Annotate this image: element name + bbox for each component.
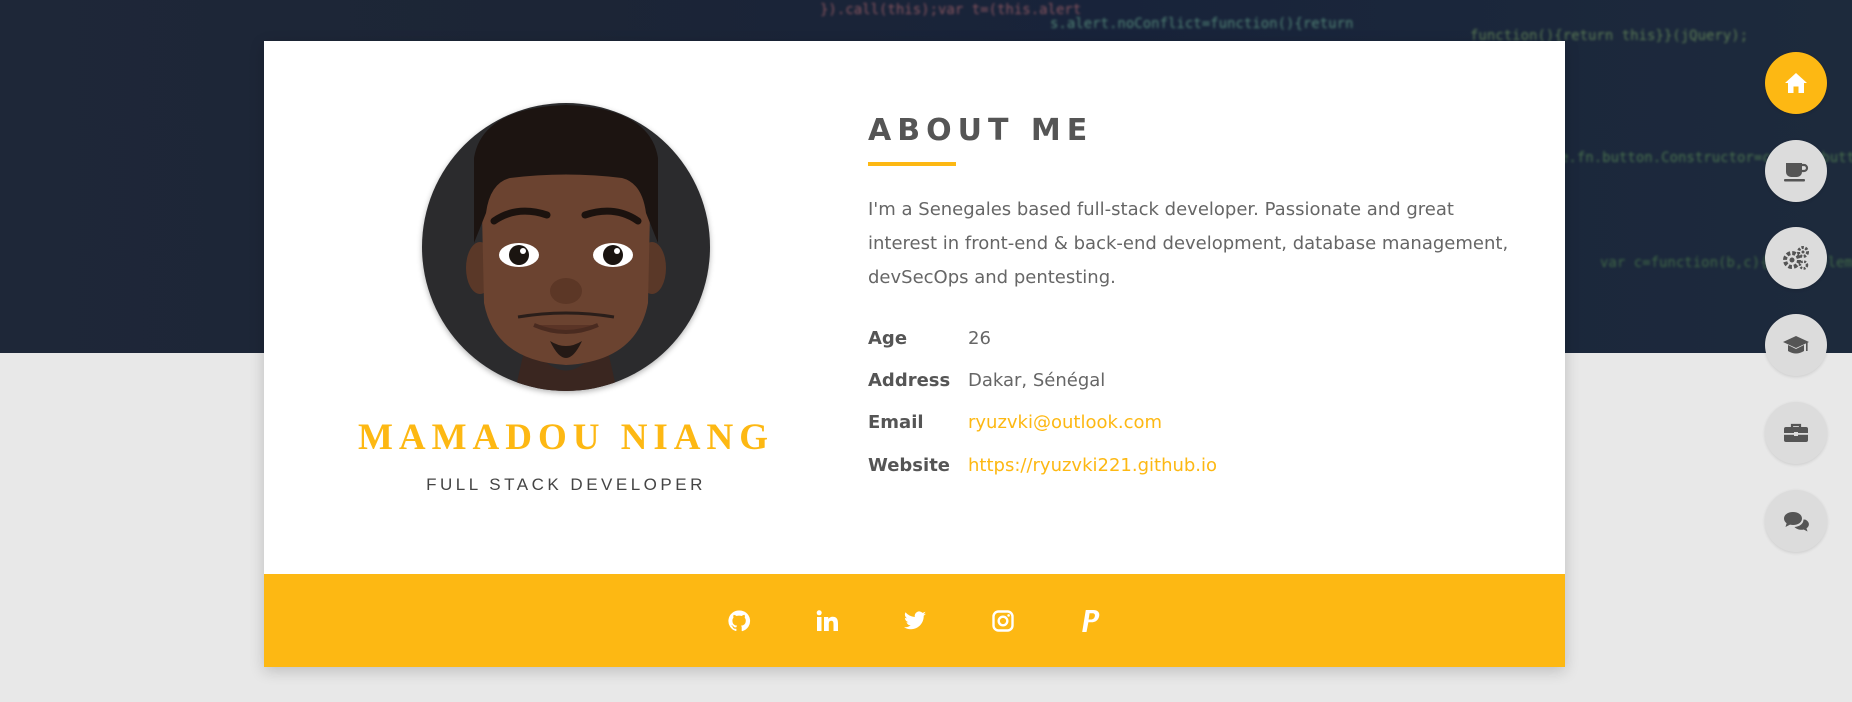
profile-card: MAMADOU NIANG FULL STACK DEVELOPER ABOUT…: [264, 41, 1565, 667]
home-icon: [1785, 73, 1807, 93]
email-link[interactable]: ryuzvki@outlook.com: [968, 412, 1162, 433]
about-title: ABOUT ME: [868, 113, 1094, 148]
nav-contact-button[interactable]: [1765, 490, 1827, 552]
github-icon: [728, 609, 751, 631]
instagram-link[interactable]: [983, 574, 1023, 667]
avatar: [422, 103, 710, 391]
profile-role: FULL STACK DEVELOPER: [426, 475, 706, 494]
nav-services-button[interactable]: [1765, 227, 1827, 289]
paypal-link[interactable]: [1071, 574, 1111, 667]
nav-home-button[interactable]: [1765, 52, 1827, 114]
comments-icon: [1784, 512, 1809, 532]
info-value: Dakar, Sénégal: [968, 370, 1106, 391]
info-label: Age: [868, 328, 908, 349]
briefcase-icon: [1784, 423, 1808, 442]
background-code-line: }).call(this);var t=(this.alert: [820, 2, 1082, 18]
background-code-line: s.alert.noConflict=function(){return: [1050, 16, 1354, 32]
instagram-icon: [992, 609, 1014, 632]
linkedin-link[interactable]: [807, 574, 847, 667]
memoji-avatar-image: [466, 105, 666, 391]
profile-name: MAMADOU NIANG: [357, 417, 775, 458]
about-description: I'm a Senegales based full-stack develop…: [868, 199, 1509, 288]
website-link[interactable]: https://ryuzvki221.github.io: [968, 455, 1217, 476]
nav-education-button[interactable]: [1765, 314, 1827, 376]
info-label: Address: [868, 370, 951, 391]
twitter-icon: [904, 610, 926, 629]
paypal-icon: [1082, 609, 1100, 632]
info-label: Email: [868, 412, 924, 433]
github-link[interactable]: [719, 574, 759, 667]
nav-about-button[interactable]: [1765, 140, 1827, 202]
gears-icon: [1783, 246, 1809, 270]
twitter-link[interactable]: [895, 574, 935, 667]
nav-experience-button[interactable]: [1765, 402, 1827, 464]
graduation-cap-icon: [1783, 336, 1809, 354]
social-links-bar: [264, 574, 1565, 667]
coffee-icon: [1784, 163, 1809, 182]
info-label: Website: [868, 455, 951, 476]
about-title-underline: [868, 162, 956, 166]
info-value: 26: [968, 328, 991, 349]
linkedin-icon: [816, 609, 838, 631]
